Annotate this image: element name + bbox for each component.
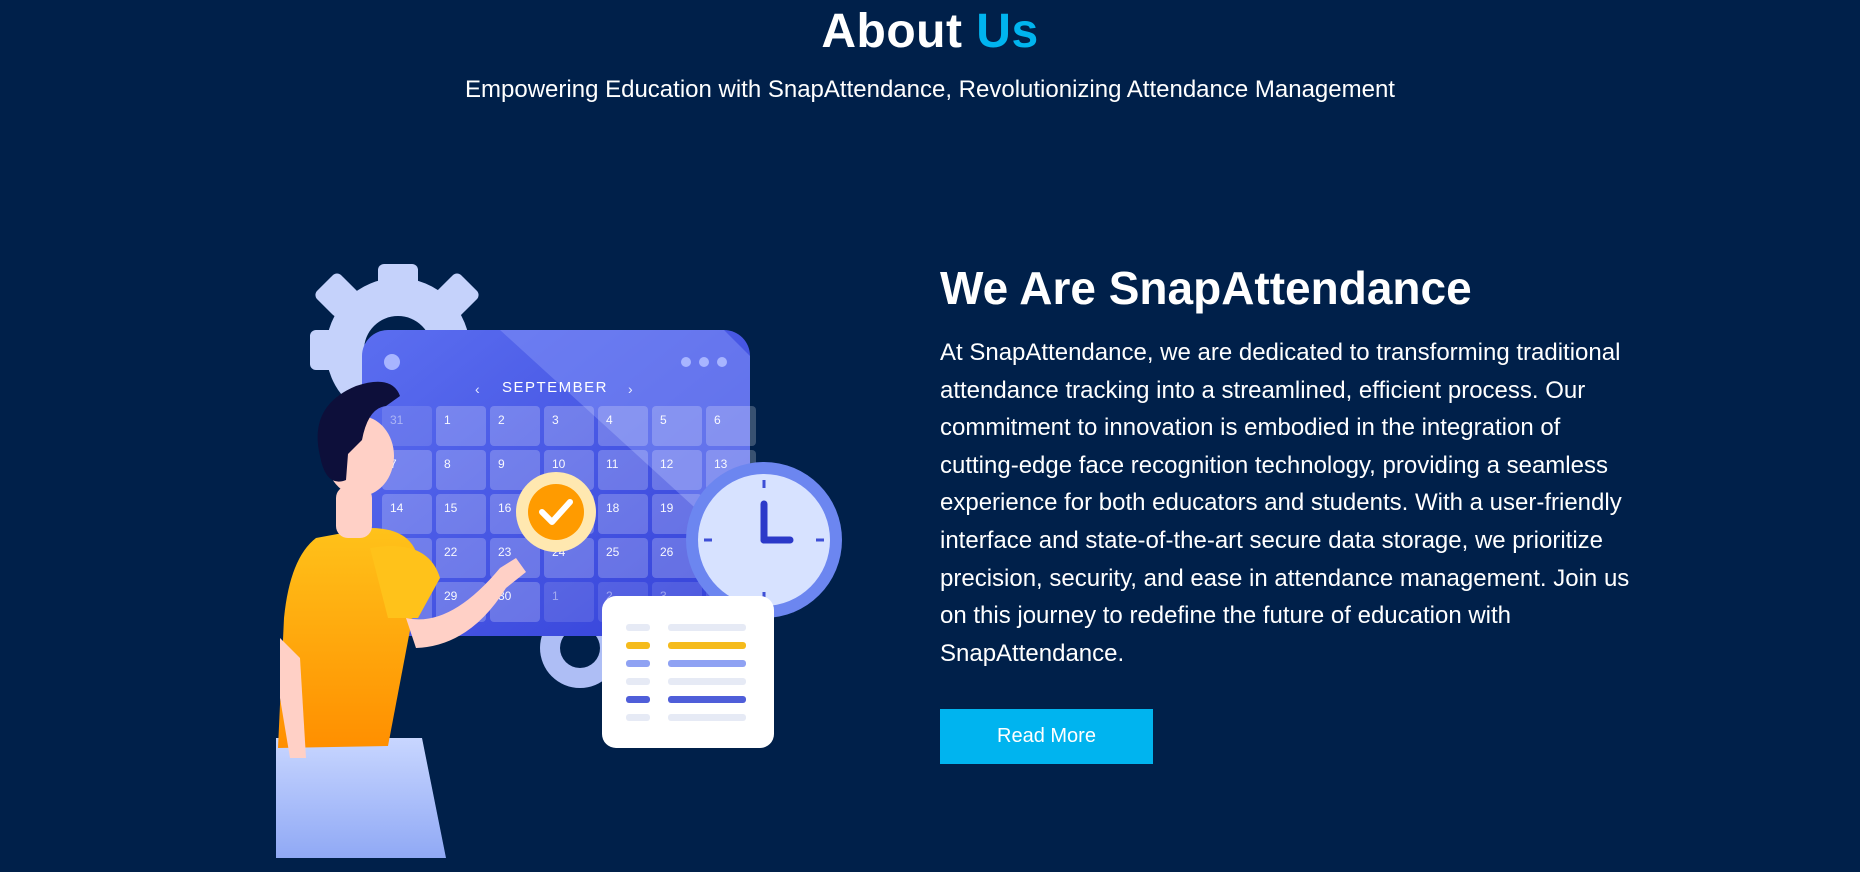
calendar-day-label: 8: [444, 457, 451, 471]
title-accent: Us: [976, 5, 1039, 58]
title-main: About: [821, 5, 963, 58]
content-body: At SnapAttendance, we are dedicated to t…: [940, 339, 1630, 667]
calendar-day-label: 6: [714, 413, 721, 427]
attendance-illustration: ‹ SEPTEMBER › 31 1 2 3 4 5 6 7 8 9 10 11 12 13 14 15 16 1…: [250, 258, 850, 858]
calendar-day-label: 12: [660, 457, 674, 471]
calendar-day-label: 23: [498, 545, 512, 559]
calendar-day-label: 9: [498, 457, 505, 471]
section-title: About Us: [0, 4, 1860, 59]
calendar-day-label: 18: [606, 501, 620, 515]
about-content: We Are SnapAttendance At SnapAttendance,…: [940, 262, 1640, 672]
calendar-day-label: 13: [714, 457, 728, 471]
read-more-button[interactable]: Read More: [940, 709, 1153, 764]
clock-icon: [686, 462, 842, 618]
calendar-day-label: 1: [552, 589, 559, 603]
calendar-day-label: 16: [498, 501, 512, 515]
calendar-day-label: 22: [444, 545, 458, 559]
calendar-day-label: 2: [498, 413, 505, 427]
list-card: [602, 596, 774, 748]
chevron-right-icon: ›: [628, 381, 633, 397]
check-icon: [516, 472, 596, 552]
calendar-day-label: 31: [390, 413, 404, 427]
calendar-day-label: 5: [660, 413, 667, 427]
chevron-left-icon: ‹: [475, 381, 480, 397]
calendar-day-label: 3: [552, 413, 559, 427]
content-heading: We Are SnapAttendance: [940, 262, 1472, 314]
calendar-day-label: 10: [552, 457, 566, 471]
calendar-day-label: 4: [606, 413, 613, 427]
calendar-day-label: 26: [660, 545, 674, 559]
calendar-day-label: 25: [606, 545, 620, 559]
illustration-svg: ‹ SEPTEMBER › 31 1 2 3 4 5 67 8 9 10 11 12 1314 15 16 1…: [276, 264, 842, 858]
calendar-month: SEPTEMBER: [502, 379, 608, 396]
calendar-day-label: 19: [660, 501, 674, 515]
calendar-day-label: 1: [444, 413, 451, 427]
calendar-day-label: 11: [606, 457, 619, 471]
calendar-day-label: 29: [444, 589, 458, 603]
calendar-day-label: 15: [444, 501, 458, 515]
calendar-day-label: 14: [390, 501, 404, 515]
section-subtitle: Empowering Education with SnapAttendance…: [465, 76, 1395, 103]
